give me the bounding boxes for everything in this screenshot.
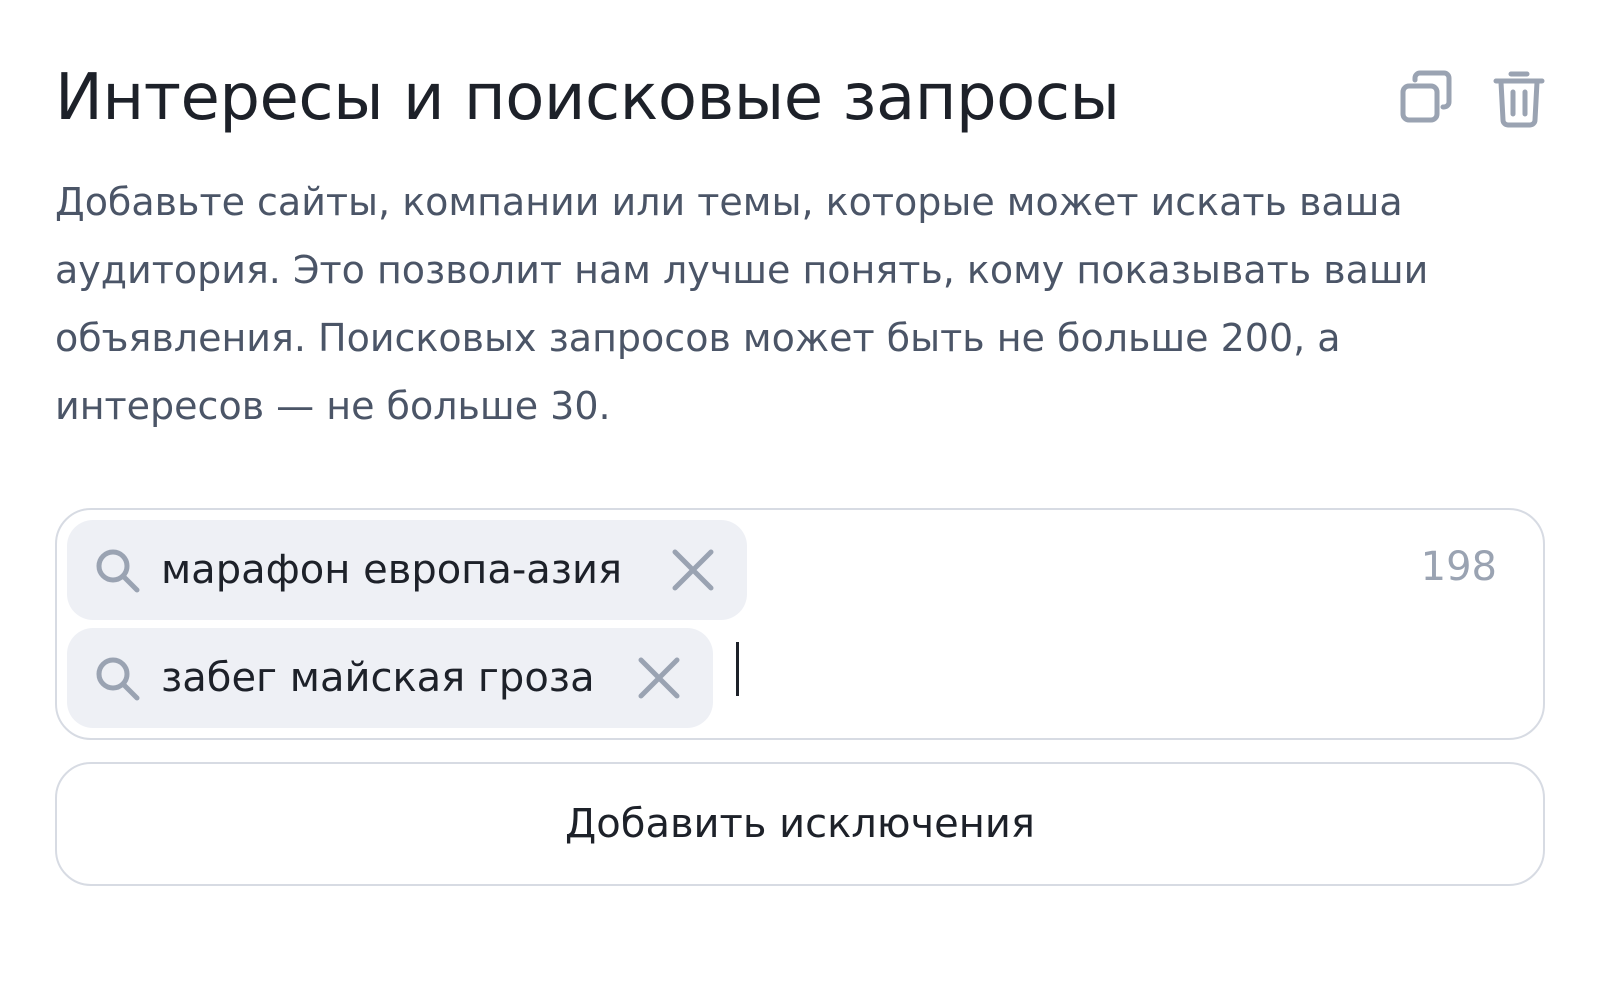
query-tag: забег майская гроза <box>67 628 713 728</box>
interests-and-queries-panel: Интересы и поисковые запросы Добавьте са… <box>55 40 1549 960</box>
close-icon <box>672 549 714 591</box>
search-icon <box>96 549 140 593</box>
query-input[interactable] <box>735 638 1497 718</box>
remove-tag-button[interactable] <box>633 652 685 704</box>
delete-button[interactable] <box>1489 68 1549 128</box>
query-tag-label: забег майская гроза <box>161 655 595 701</box>
remaining-queries-counter: 198 <box>1420 544 1497 590</box>
query-tag: марафон европа-азия <box>67 520 747 620</box>
section-header: Интересы и поисковые запросы <box>55 40 1549 150</box>
copy-button[interactable] <box>1397 68 1457 128</box>
query-tag-label: марафон европа-азия <box>161 547 623 593</box>
trash-icon <box>1493 71 1545 128</box>
text-caret <box>736 642 739 696</box>
remove-tag-button[interactable] <box>667 544 719 596</box>
close-icon <box>638 657 680 699</box>
section-description: Добавьте сайты, компании или темы, котор… <box>55 180 1429 428</box>
add-exclusions-button[interactable]: Добавить исключения <box>55 762 1545 886</box>
section-title: Интересы и поисковые запросы <box>55 61 1120 135</box>
search-icon <box>96 657 140 701</box>
header-actions <box>1397 68 1549 128</box>
copy-icon <box>1400 70 1452 123</box>
queries-tag-field[interactable]: марафон европа-азия забег майская гроза … <box>55 508 1545 740</box>
